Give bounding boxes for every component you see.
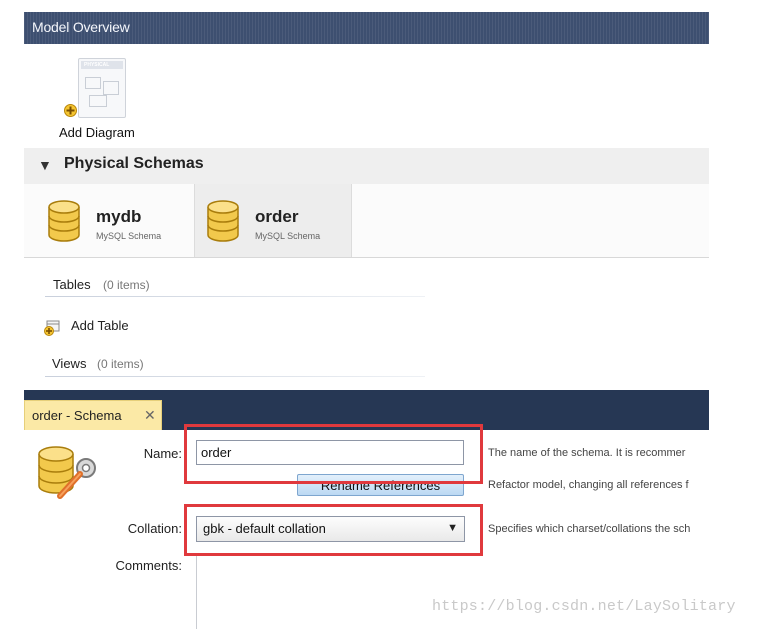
collation-label: Collation: — [127, 521, 182, 536]
name-highlight-box — [184, 424, 483, 484]
comments-label: Comments: — [115, 558, 182, 573]
views-section-label[interactable]: Views — [52, 356, 86, 371]
tab-label: order - Schema — [32, 408, 122, 423]
add-diagram-link[interactable]: Add Diagram — [59, 125, 135, 140]
diagram-thumbnail-icon[interactable]: PHYSICAL — [78, 58, 126, 118]
diagram-thumbnail-header: PHYSICAL — [81, 61, 123, 69]
database-icon — [48, 200, 80, 242]
views-divider — [45, 376, 425, 377]
schema-name-order[interactable]: order — [255, 207, 298, 227]
tables-section-label[interactable]: Tables — [53, 277, 91, 292]
tab-order-schema[interactable]: order - Schema ✕ — [24, 400, 162, 432]
physical-schemas-title: Physical Schemas — [64, 155, 204, 172]
collation-description: Specifies which charset/collations the s… — [488, 523, 691, 535]
database-icon — [207, 200, 239, 242]
model-overview-header: Model Overview — [24, 12, 709, 44]
add-table-link[interactable]: Add Table — [71, 318, 129, 333]
tables-divider — [45, 296, 425, 297]
add-table-icon[interactable] — [44, 320, 60, 336]
schema-settings-icon — [38, 446, 96, 499]
model-overview-title: Model Overview — [32, 19, 130, 35]
add-icon — [64, 104, 77, 117]
collation-highlight-box — [184, 504, 483, 556]
schema-name-mydb[interactable]: mydb — [96, 207, 141, 227]
watermark-text: https://blog.csdn.net/LaySolitary — [432, 598, 736, 615]
schema-subtitle-mydb: MySQL Schema — [96, 231, 162, 241]
name-label: Name: — [143, 446, 182, 461]
name-description: The name of the schema. It is recommer — [488, 447, 686, 459]
rename-description: Refactor model, changing all references … — [488, 479, 689, 491]
collapse-triangle-icon[interactable]: ▼ — [38, 157, 52, 173]
comments-textarea[interactable] — [196, 556, 710, 629]
tables-count: (0 items) — [103, 278, 150, 292]
schema-subtitle-order: MySQL Schema — [255, 231, 321, 241]
close-icon[interactable]: ✕ — [144, 407, 156, 424]
views-count: (0 items) — [97, 357, 144, 371]
